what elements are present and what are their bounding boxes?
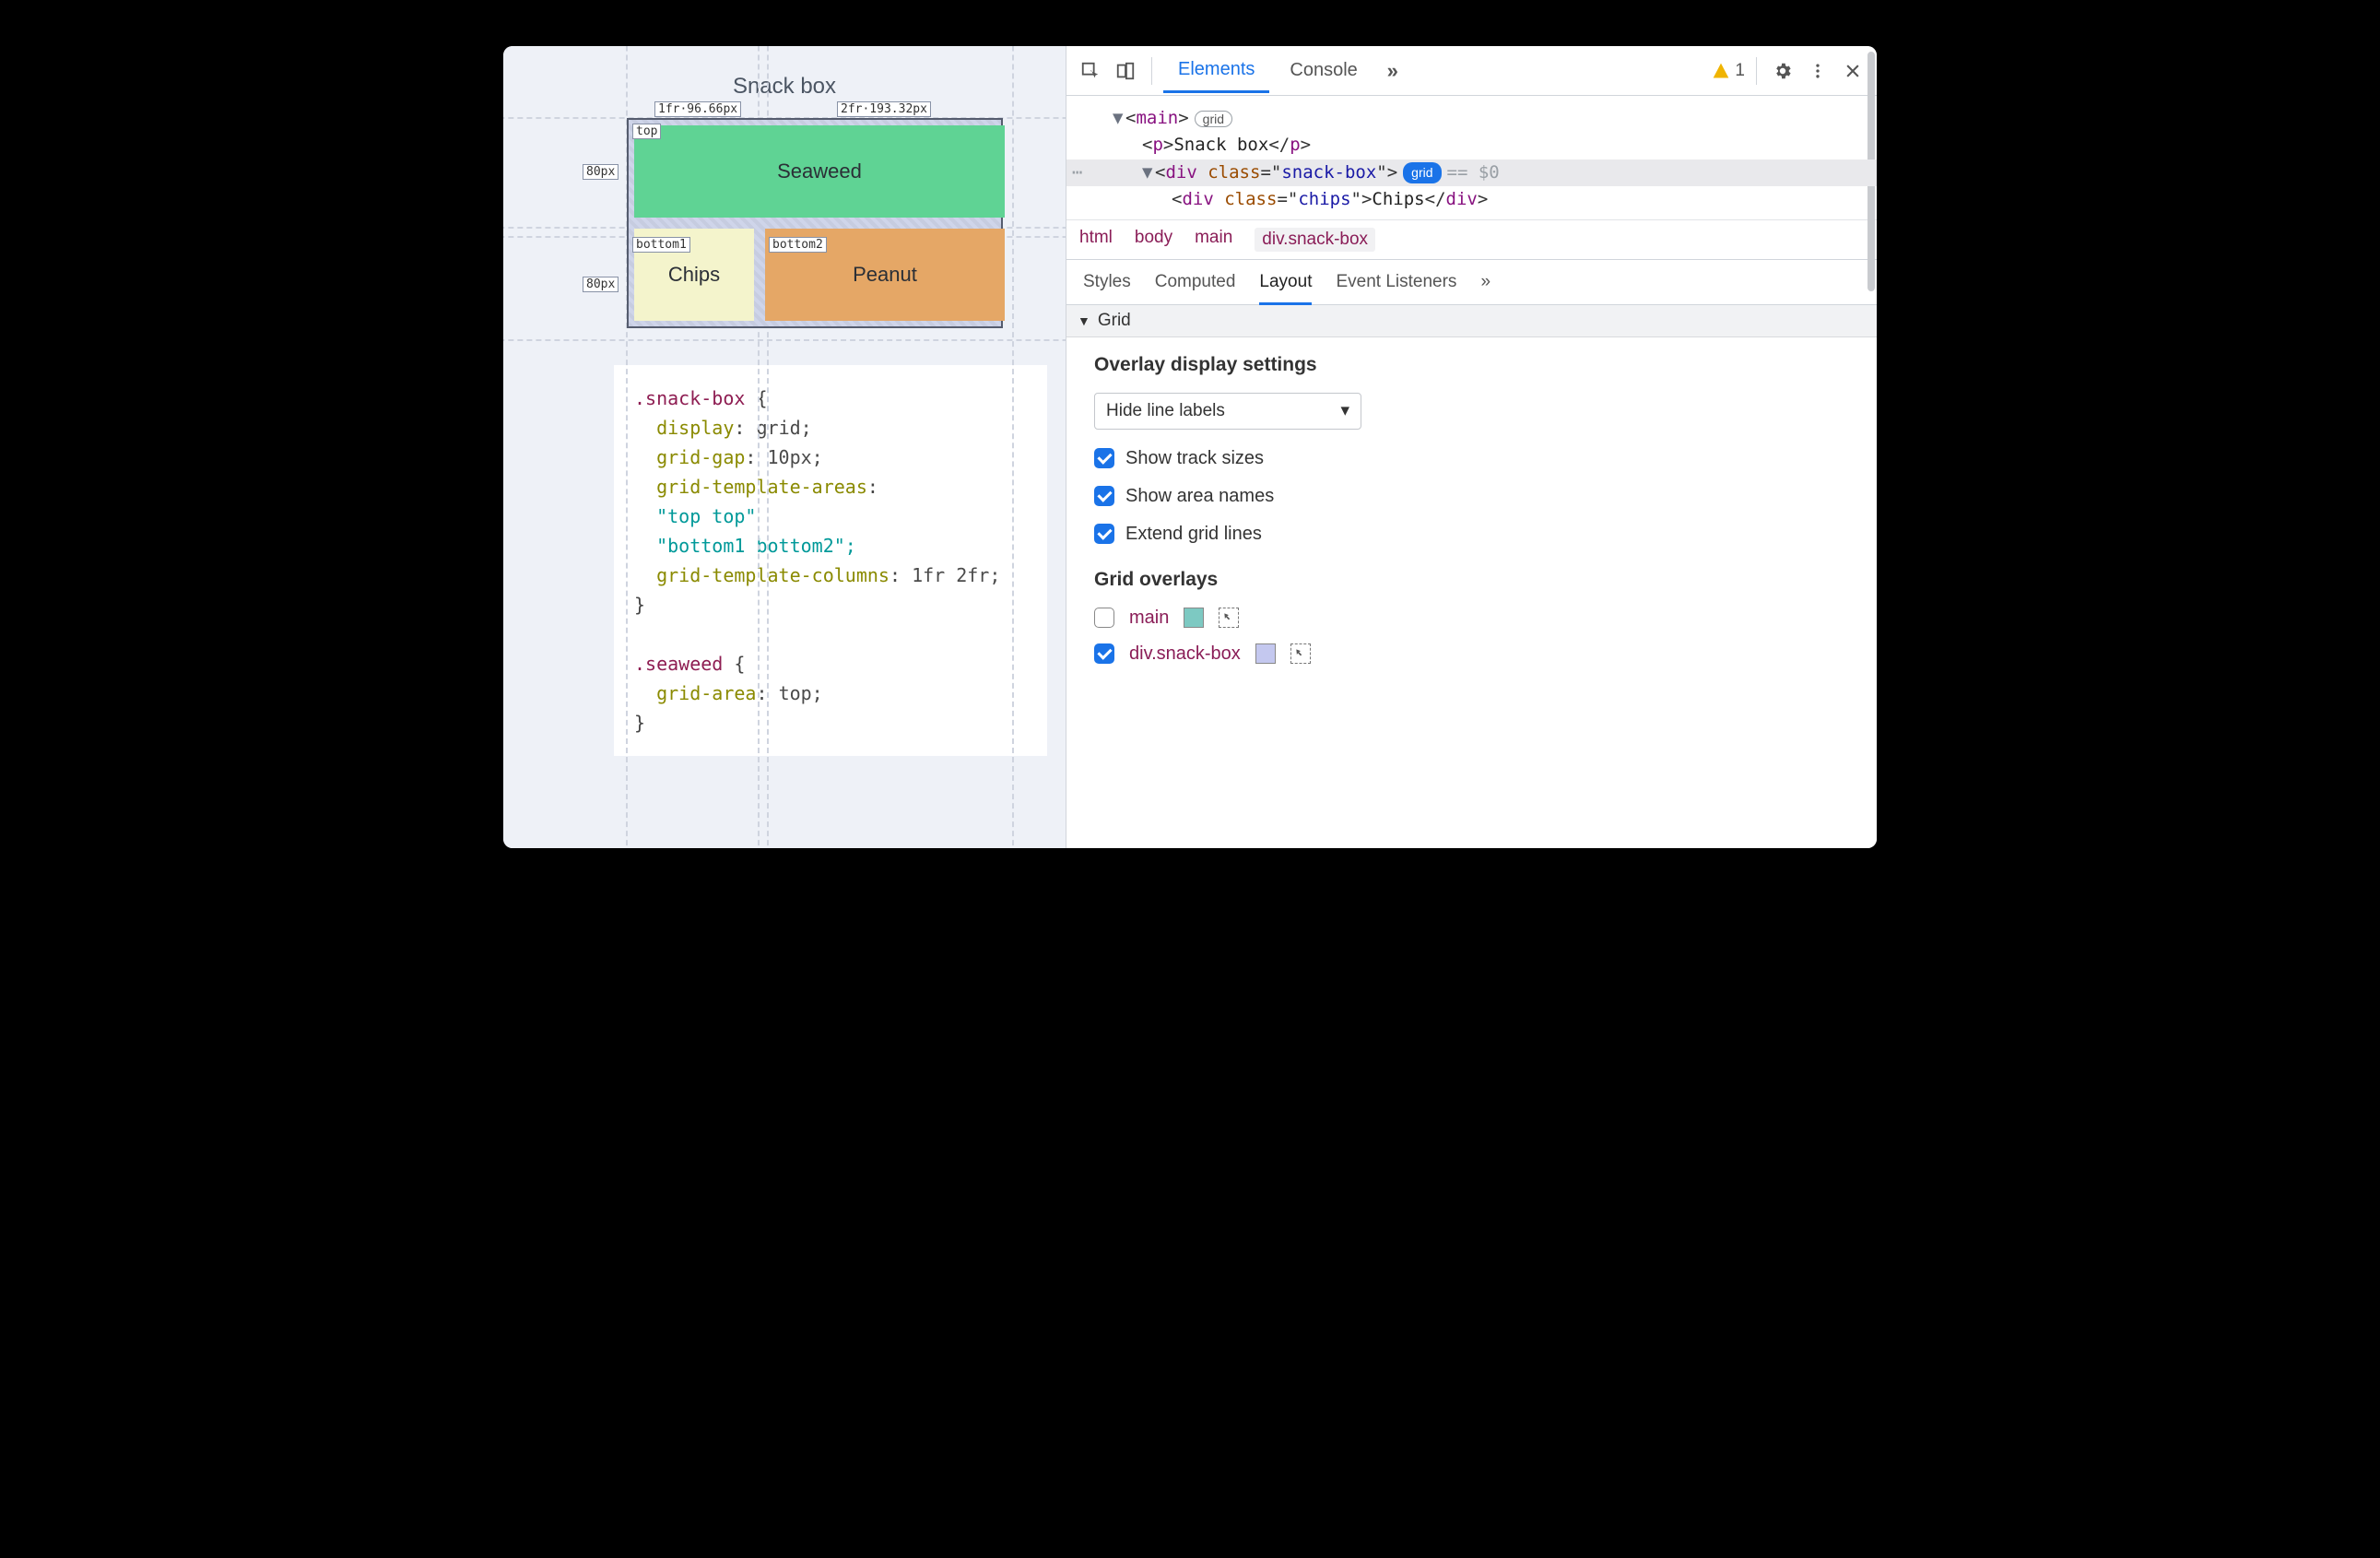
layout-section-header[interactable]: ▼ Grid bbox=[1066, 305, 1877, 337]
settings-icon[interactable] bbox=[1768, 56, 1797, 86]
grid-extended-line bbox=[503, 339, 1066, 341]
grid-cell-seaweed: Seaweed bbox=[634, 125, 1005, 218]
warnings-count: 1 bbox=[1735, 61, 1745, 81]
grid-overlays-heading: Grid overlays bbox=[1094, 569, 1849, 591]
checkbox[interactable] bbox=[1094, 608, 1114, 628]
more-panel-tabs-icon[interactable]: » bbox=[1480, 272, 1490, 292]
css-code-block: .snack-box { display: grid; grid-gap: 10… bbox=[614, 365, 1047, 756]
checkbox-row[interactable]: Show track sizes bbox=[1094, 448, 1849, 469]
dom-node-p[interactable]: <p>Snack box</p> bbox=[1113, 132, 1877, 159]
close-icon[interactable] bbox=[1838, 56, 1867, 86]
layout-section-title: Grid bbox=[1098, 311, 1131, 331]
device-toggle-icon[interactable] bbox=[1111, 56, 1140, 86]
breadcrumb-item[interactable]: main bbox=[1195, 228, 1232, 252]
column-size-label: 1fr·96.66px bbox=[654, 101, 741, 117]
dom-node-selected[interactable]: ⋯ ▼<div class="snack-box"> grid == $0 bbox=[1066, 159, 1877, 186]
checkbox-row[interactable]: Extend grid lines bbox=[1094, 524, 1849, 545]
dom-node-chips[interactable]: <div class="chips">Chips</div> bbox=[1113, 186, 1877, 213]
reveal-element-icon[interactable] bbox=[1219, 608, 1239, 628]
page-title: Snack box bbox=[503, 74, 1066, 100]
column-size-label: 2fr·193.32px bbox=[837, 101, 931, 117]
checkbox[interactable] bbox=[1094, 486, 1114, 506]
chevron-down-icon: ▾ bbox=[1340, 400, 1349, 421]
app-window: Snack box 1fr·96.66px 2fr·193.32px 80px … bbox=[503, 46, 1877, 848]
overlay-settings-heading: Overlay display settings bbox=[1094, 354, 1849, 376]
selected-line-dots: ⋯ bbox=[1072, 159, 1084, 186]
overlay-element-name[interactable]: div.snack-box bbox=[1129, 643, 1241, 665]
kebab-menu-icon[interactable] bbox=[1803, 56, 1832, 86]
color-swatch[interactable] bbox=[1255, 643, 1276, 664]
checkbox-label: Show area names bbox=[1125, 486, 1274, 507]
devtools-panel: Elements Console » 1 ▼<main>grid <p>Snac… bbox=[1066, 46, 1877, 848]
styles-panel-tabs: Styles Computed Layout Event Listeners » bbox=[1066, 259, 1877, 305]
page-preview-panel: Snack box 1fr·96.66px 2fr·193.32px 80px … bbox=[503, 46, 1066, 848]
grid-overlay-row: main bbox=[1094, 608, 1849, 629]
dom-node-main[interactable]: ▼<main>grid bbox=[1113, 105, 1877, 132]
devtools-toolbar: Elements Console » 1 bbox=[1066, 46, 1877, 96]
checkbox[interactable] bbox=[1094, 643, 1114, 664]
grid-badge[interactable]: grid bbox=[1403, 162, 1441, 184]
layout-panel-body: Overlay display settings Hide line label… bbox=[1066, 337, 1877, 848]
reveal-element-icon[interactable] bbox=[1290, 643, 1311, 664]
breadcrumb-item-current[interactable]: div.snack-box bbox=[1255, 228, 1375, 252]
dropdown-value: Hide line labels bbox=[1106, 401, 1225, 421]
toolbar-separator bbox=[1756, 57, 1757, 85]
checkbox-label: Show track sizes bbox=[1125, 448, 1264, 469]
row-size-label: 80px bbox=[583, 277, 619, 292]
tab-layout[interactable]: Layout bbox=[1259, 259, 1312, 305]
breadcrumb-item[interactable]: body bbox=[1135, 228, 1172, 252]
area-name-label: top bbox=[632, 124, 661, 139]
grid-overlay-row: div.snack-box bbox=[1094, 643, 1849, 665]
tab-event-listeners[interactable]: Event Listeners bbox=[1336, 272, 1456, 292]
checkbox[interactable] bbox=[1094, 448, 1114, 468]
dom-tree[interactable]: ▼<main>grid <p>Snack box</p> ⋯ ▼<div cla… bbox=[1066, 96, 1877, 219]
more-tabs-icon[interactable]: » bbox=[1378, 56, 1408, 86]
tab-elements[interactable]: Elements bbox=[1163, 48, 1269, 93]
checkbox-row[interactable]: Show area names bbox=[1094, 486, 1849, 507]
tab-computed[interactable]: Computed bbox=[1155, 272, 1236, 292]
dom-breadcrumb: html body main div.snack-box bbox=[1066, 219, 1877, 259]
row-size-label: 80px bbox=[583, 164, 619, 180]
snack-box-grid: Seaweed Chips Peanut bbox=[627, 118, 1003, 328]
color-swatch[interactable] bbox=[1184, 608, 1204, 628]
inspect-element-icon[interactable] bbox=[1076, 56, 1105, 86]
line-labels-dropdown[interactable]: Hide line labels ▾ bbox=[1094, 393, 1361, 430]
tab-styles[interactable]: Styles bbox=[1083, 272, 1131, 292]
checkbox-label: Extend grid lines bbox=[1125, 524, 1262, 545]
checkbox[interactable] bbox=[1094, 524, 1114, 544]
warnings-indicator[interactable]: 1 bbox=[1712, 61, 1745, 81]
overlay-element-name[interactable]: main bbox=[1129, 608, 1169, 629]
breadcrumb-item[interactable]: html bbox=[1079, 228, 1113, 252]
toolbar-separator bbox=[1151, 57, 1152, 85]
area-name-label: bottom2 bbox=[769, 237, 827, 253]
area-name-label: bottom1 bbox=[632, 237, 690, 253]
grid-overlay-wrapper: 1fr·96.66px 2fr·193.32px 80px 80px top b… bbox=[627, 118, 1003, 328]
disclosure-triangle-icon: ▼ bbox=[1078, 313, 1090, 328]
tab-console[interactable]: Console bbox=[1275, 49, 1372, 92]
